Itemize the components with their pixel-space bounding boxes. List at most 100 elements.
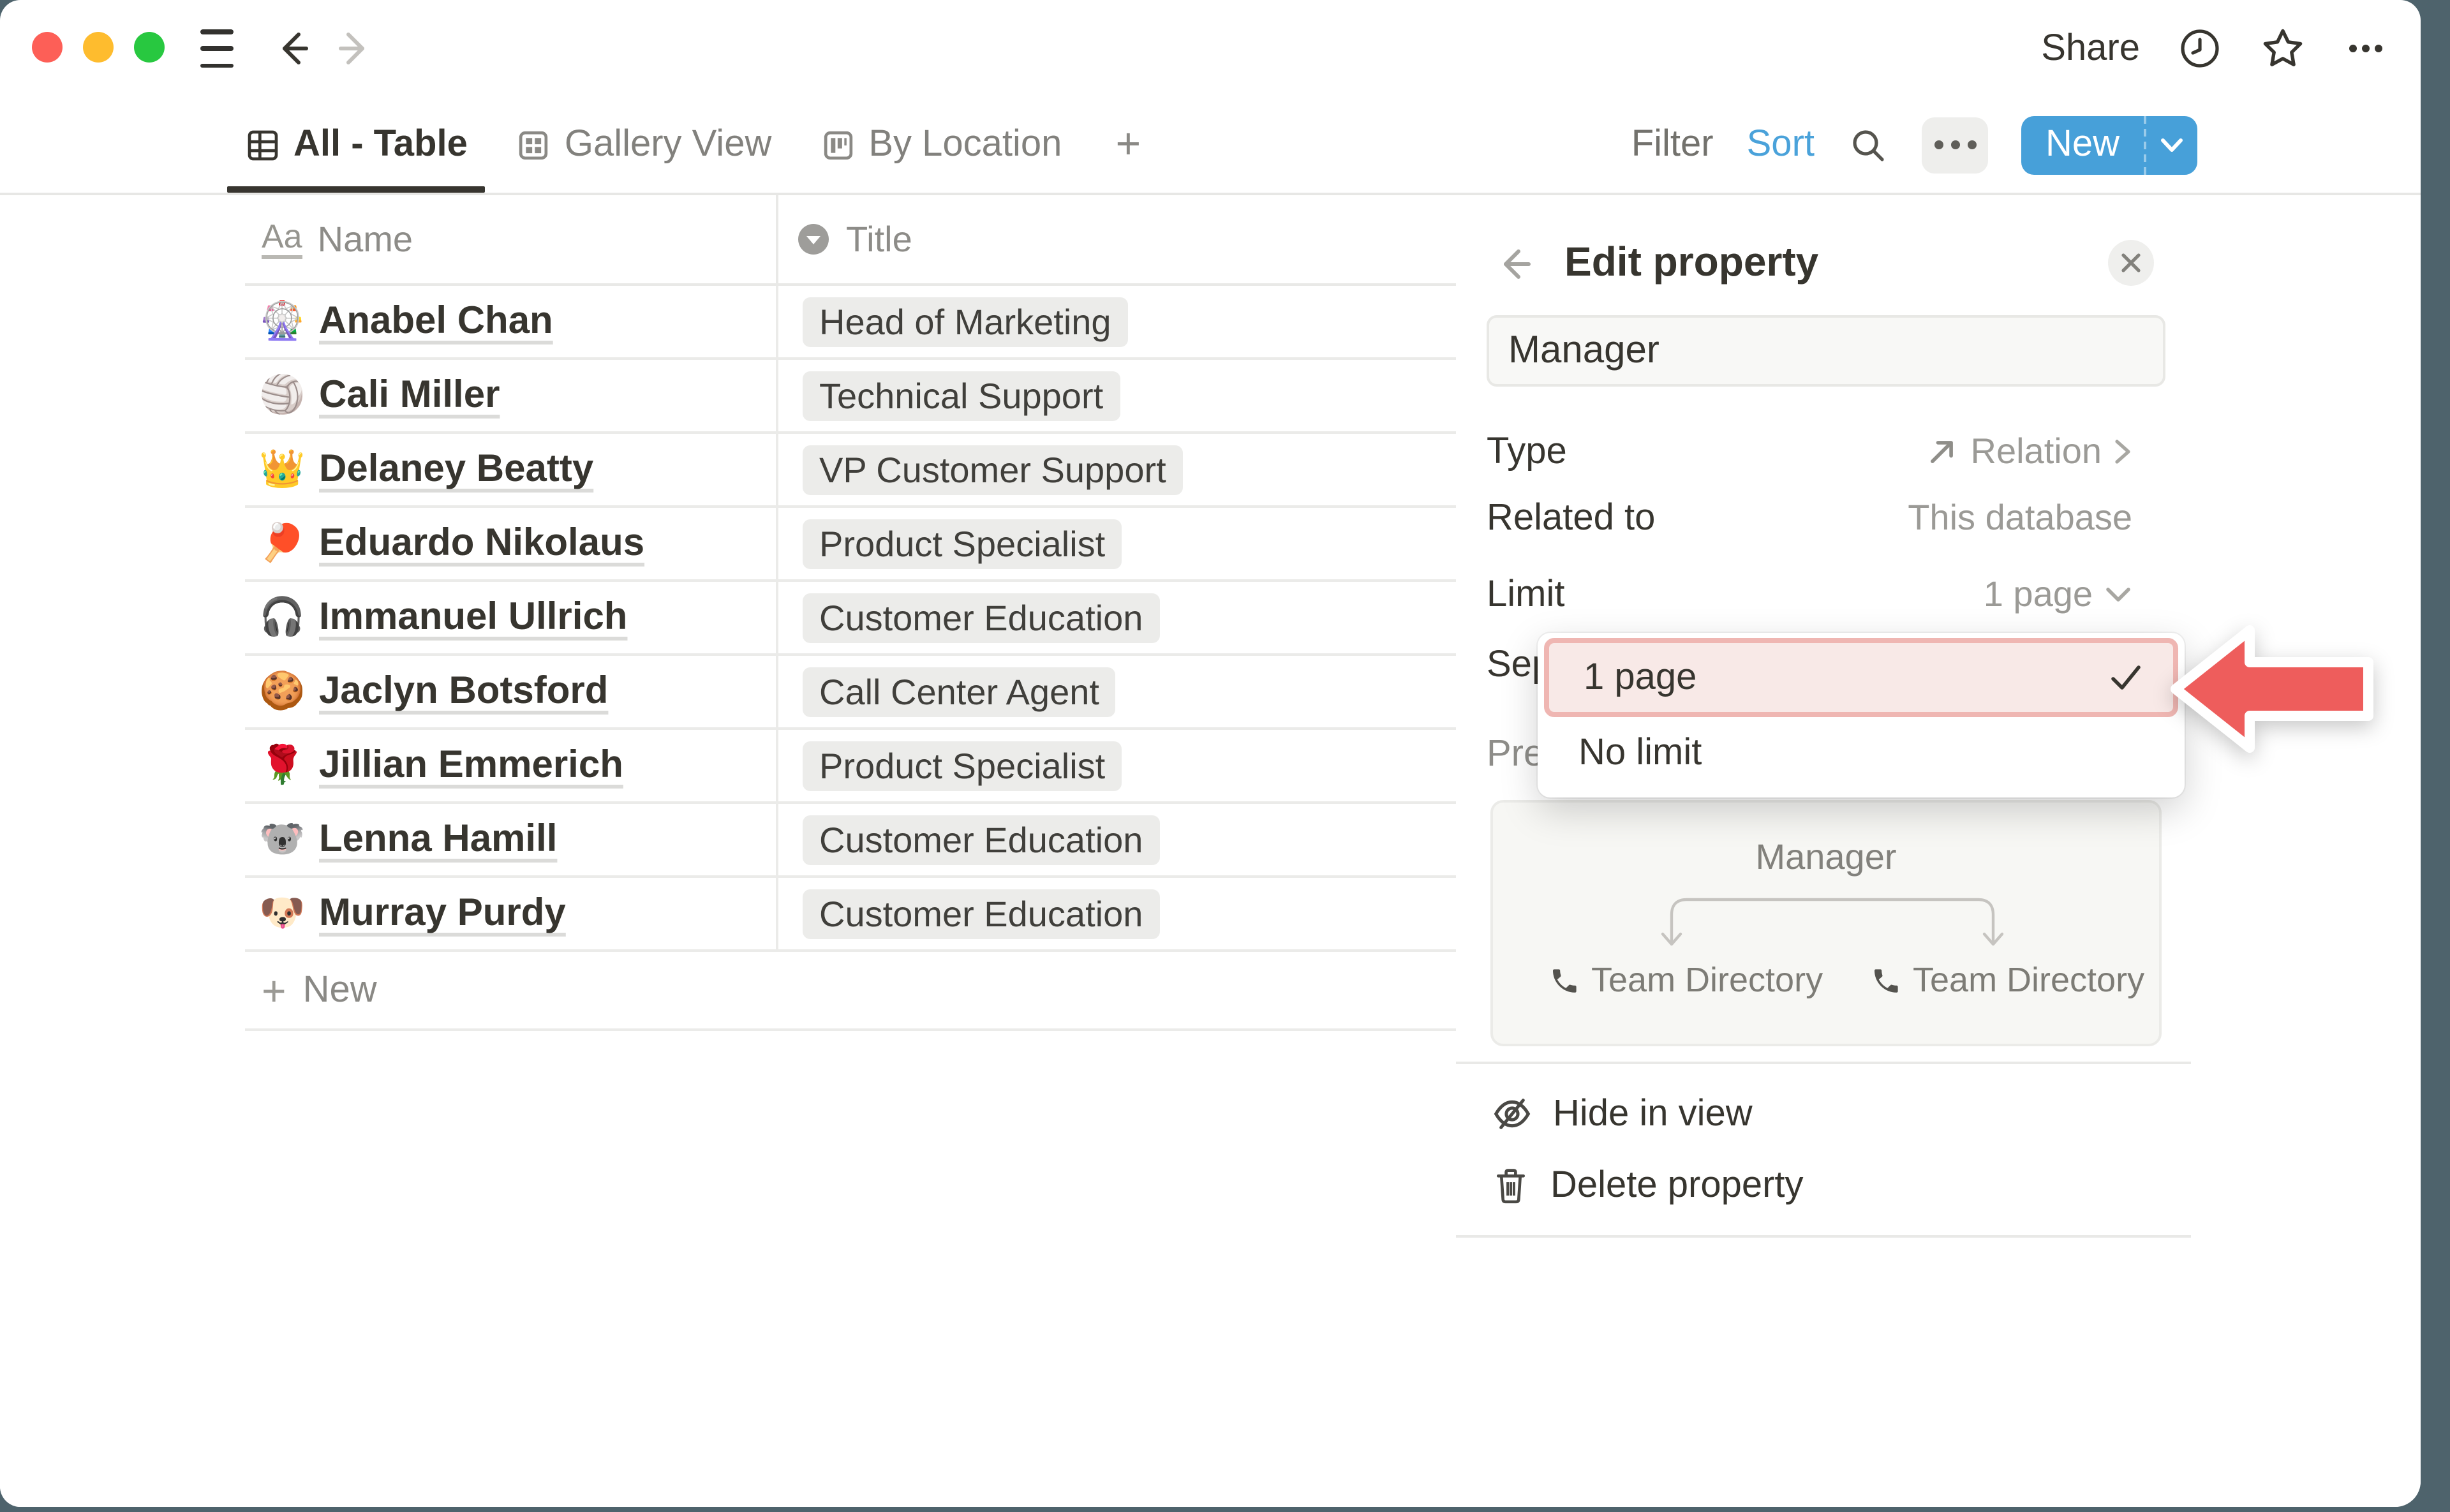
view-tabs: All - Table Gallery View By Locatio bbox=[245, 97, 1141, 193]
text-property-icon: Aa bbox=[262, 219, 302, 259]
property-row-type[interactable]: Type Relation bbox=[1487, 424, 2132, 480]
column-header-name[interactable]: Aa Name bbox=[245, 195, 778, 283]
forward-icon[interactable] bbox=[333, 28, 374, 69]
row-name-link[interactable]: Jillian Emmerich bbox=[319, 744, 623, 787]
window-close-button[interactable] bbox=[32, 32, 63, 63]
titlebar: Share bbox=[0, 0, 2421, 97]
trash-icon bbox=[1492, 1165, 1530, 1206]
filter-button[interactable]: Filter bbox=[1631, 124, 1714, 166]
share-button[interactable]: Share bbox=[2041, 27, 2140, 70]
title-cell[interactable]: Customer Education bbox=[778, 878, 1456, 949]
new-row-button[interactable]: + New bbox=[245, 952, 1456, 1031]
relation-preview-card: Manager Team Directory Team Dire bbox=[1490, 800, 2162, 1046]
database-table: Aa Name Title 🎡 Anabel Chan bbox=[0, 195, 1456, 1507]
row-emoji-icon: 🍪 bbox=[259, 673, 305, 710]
name-cell[interactable]: 🐶 Murray Purdy bbox=[245, 878, 778, 949]
preview-child-page: Team Directory bbox=[1871, 961, 2144, 1000]
title-tag: Customer Education bbox=[803, 815, 1159, 864]
title-tag: Head of Marketing bbox=[803, 297, 1128, 346]
table-row: 🐶 Murray Purdy Customer Education bbox=[245, 878, 1456, 952]
name-cell[interactable]: 🐨 Lenna Hamill bbox=[245, 804, 778, 875]
back-icon[interactable] bbox=[273, 28, 314, 69]
close-icon[interactable] bbox=[2108, 240, 2154, 286]
row-name-link[interactable]: Anabel Chan bbox=[319, 300, 553, 343]
tab-gallery-view[interactable]: Gallery View bbox=[516, 97, 772, 193]
row-name-link[interactable]: Eduardo Nikolaus bbox=[319, 522, 644, 565]
tab-label: By Location bbox=[868, 124, 1062, 166]
database-controls: Filter Sort New bbox=[1631, 97, 2197, 193]
screen: Share bbox=[0, 0, 2450, 1512]
tab-label: Gallery View bbox=[565, 124, 772, 166]
property-label: Type bbox=[1487, 431, 1567, 473]
dropdown-option-1-page[interactable]: 1 page bbox=[1544, 638, 2178, 717]
chevron-down-icon bbox=[2104, 586, 2132, 604]
window-zoom-button[interactable] bbox=[134, 32, 165, 63]
app-window: Share bbox=[0, 0, 2421, 1507]
name-cell[interactable]: 🎧 Immanuel Ullrich bbox=[245, 582, 778, 653]
row-name-link[interactable]: Lenna Hamill bbox=[319, 818, 557, 861]
more-icon[interactable] bbox=[2344, 27, 2387, 70]
row-name-link[interactable]: Murray Purdy bbox=[319, 892, 566, 935]
search-icon[interactable] bbox=[1848, 124, 1889, 165]
table-row: 🏓 Eduardo Nikolaus Product Specialist bbox=[245, 508, 1456, 582]
table-row: 🌹 Jillian Emmerich Product Specialist bbox=[245, 730, 1456, 804]
option-label: No limit bbox=[1578, 732, 1702, 774]
name-cell[interactable]: 🌹 Jillian Emmerich bbox=[245, 730, 778, 801]
name-cell[interactable]: 🏓 Eduardo Nikolaus bbox=[245, 508, 778, 579]
hamburger-menu-icon[interactable] bbox=[200, 29, 234, 68]
name-cell[interactable]: 🏐 Cali Miller bbox=[245, 360, 778, 431]
property-label: Limit bbox=[1487, 574, 1564, 616]
title-tag: Call Center Agent bbox=[803, 667, 1116, 716]
row-emoji-icon: 🎡 bbox=[259, 303, 305, 340]
title-cell[interactable]: Head of Marketing bbox=[778, 286, 1456, 357]
table-row: 🐨 Lenna Hamill Customer Education bbox=[245, 804, 1456, 878]
panel-back-icon[interactable] bbox=[1494, 244, 1535, 285]
delete-property-button[interactable]: Delete property bbox=[1492, 1160, 1804, 1211]
chevron-right-icon bbox=[2113, 436, 2132, 467]
title-tag: Product Specialist bbox=[803, 741, 1122, 790]
sort-button[interactable]: Sort bbox=[1747, 124, 1815, 166]
property-value: This database bbox=[1908, 498, 2132, 538]
title-cell[interactable]: Customer Education bbox=[778, 582, 1456, 653]
dropdown-option-no-limit[interactable]: No limit bbox=[1544, 717, 2178, 789]
tab-all-table[interactable]: All - Table bbox=[245, 97, 468, 193]
column-header-title[interactable]: Title bbox=[778, 195, 1456, 283]
gallery-view-icon bbox=[516, 127, 552, 163]
row-name-link[interactable]: Delaney Beatty bbox=[319, 448, 593, 491]
title-cell[interactable]: Call Center Agent bbox=[778, 656, 1456, 727]
title-cell[interactable]: Customer Education bbox=[778, 804, 1456, 875]
clock-icon[interactable] bbox=[2178, 27, 2222, 70]
preview-child-label: Team Directory bbox=[1591, 961, 1823, 1000]
title-cell[interactable]: Product Specialist bbox=[778, 508, 1456, 579]
tab-by-location[interactable]: By Location bbox=[820, 97, 1062, 193]
new-dropdown-chevron-icon[interactable] bbox=[2144, 115, 2197, 174]
property-row-related-to[interactable]: Related to This database bbox=[1487, 490, 2132, 546]
more-options-icon[interactable] bbox=[1922, 117, 1988, 173]
property-row-limit[interactable]: Limit 1 page bbox=[1487, 567, 2132, 623]
column-header-label: Name bbox=[318, 219, 413, 260]
window-minimize-button[interactable] bbox=[83, 32, 114, 63]
edit-property-panel: Edit property Manager Type Relation bbox=[1456, 195, 2421, 1507]
eye-off-icon bbox=[1492, 1093, 1533, 1134]
name-cell[interactable]: 🍪 Jaclyn Botsford bbox=[245, 656, 778, 727]
row-name-link[interactable]: Jaclyn Botsford bbox=[319, 670, 608, 713]
title-tag: VP Customer Support bbox=[803, 445, 1183, 494]
name-cell[interactable]: 🎡 Anabel Chan bbox=[245, 286, 778, 357]
title-cell[interactable]: Product Specialist bbox=[778, 730, 1456, 801]
hide-in-view-button[interactable]: Hide in view bbox=[1492, 1088, 1753, 1139]
row-name-link[interactable]: Cali Miller bbox=[319, 374, 500, 417]
table-row: 🎧 Immanuel Ullrich Customer Education bbox=[245, 582, 1456, 656]
new-button-label: New bbox=[2021, 115, 2144, 174]
title-cell[interactable]: VP Customer Support bbox=[778, 434, 1456, 505]
new-button[interactable]: New bbox=[2021, 115, 2197, 174]
name-cell[interactable]: 👑 Delaney Beatty bbox=[245, 434, 778, 505]
row-name-link[interactable]: Immanuel Ullrich bbox=[319, 596, 627, 639]
title-cell[interactable]: Technical Support bbox=[778, 360, 1456, 431]
table-row: 🏐 Cali Miller Technical Support bbox=[245, 360, 1456, 434]
star-icon[interactable] bbox=[2260, 26, 2306, 71]
column-header-label: Title bbox=[846, 219, 912, 260]
add-view-icon[interactable]: + bbox=[1115, 120, 1141, 170]
panel-section-divider bbox=[1456, 1062, 2191, 1064]
board-view-icon bbox=[820, 127, 856, 163]
property-name-input[interactable]: Manager bbox=[1487, 315, 2165, 387]
